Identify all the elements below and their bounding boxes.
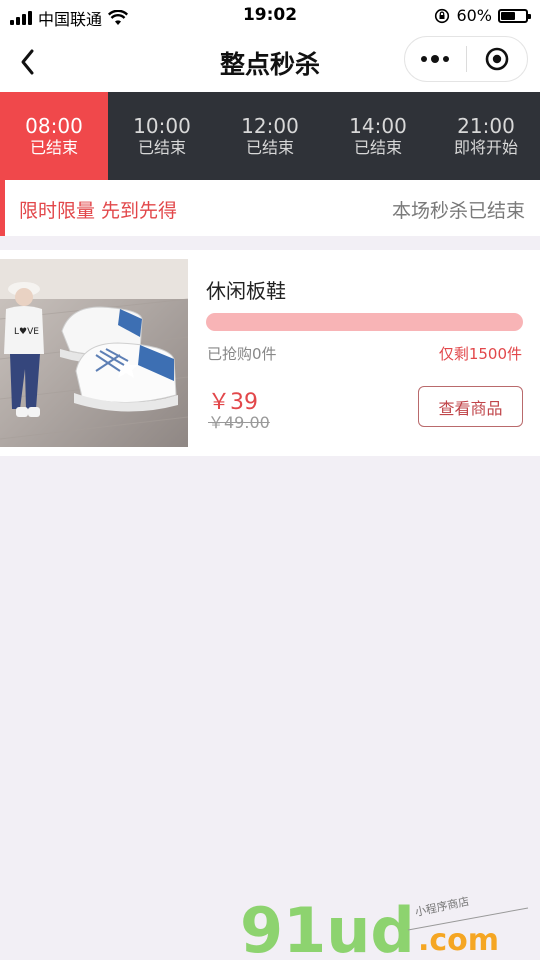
accent-stripe bbox=[0, 180, 5, 236]
tab-1000[interactable]: 10:00 已结束 bbox=[108, 92, 216, 180]
status-right: 60% bbox=[434, 6, 531, 25]
watermark-tagline: 小程序商店 bbox=[414, 894, 471, 919]
tab-time: 12:00 bbox=[241, 113, 299, 138]
tab-status: 即将开始 bbox=[453, 137, 518, 157]
tab-1200[interactable]: 12:00 已结束 bbox=[216, 92, 324, 180]
chevron-left-icon bbox=[21, 49, 34, 75]
close-button[interactable] bbox=[467, 37, 528, 81]
sneaker-photo-icon: L♥VE bbox=[0, 259, 188, 447]
tab-1400[interactable]: 14:00 已结束 bbox=[324, 92, 432, 180]
back-button[interactable] bbox=[10, 42, 50, 82]
tab-time: 21:00 bbox=[457, 113, 515, 138]
nav-bar: 整点秒杀 bbox=[0, 32, 540, 92]
target-close-icon bbox=[485, 47, 509, 71]
tab-0800[interactable]: 08:00 已结束 bbox=[0, 92, 108, 190]
mini-program-capsule bbox=[404, 36, 528, 82]
tab-time: 14:00 bbox=[349, 113, 407, 138]
tab-status: 已结束 bbox=[29, 137, 78, 157]
session-status-text: 本场秒杀已结束 bbox=[391, 200, 525, 222]
rotation-lock-icon bbox=[435, 8, 450, 23]
slogan-text: 限时限量 先到先得 bbox=[19, 200, 178, 222]
watermark-brand: 91ud bbox=[240, 894, 415, 960]
session-info-bar: 限时限量 先到先得 本场秒杀已结束 bbox=[0, 180, 540, 236]
watermark-domain: .com bbox=[418, 923, 499, 958]
tab-2100[interactable]: 21:00 即将开始 bbox=[432, 92, 540, 180]
more-dots-icon bbox=[421, 56, 428, 62]
product-card[interactable]: L♥VE 休闲板鞋 已抢购0件 仅剩1500件 ￥39 ￥49.00 查看商品 bbox=[0, 250, 540, 456]
tab-time: 08:00 bbox=[25, 113, 83, 138]
battery-percent: 60% bbox=[456, 6, 492, 25]
tab-status: 已结束 bbox=[245, 137, 294, 157]
original-price: ￥49.00 bbox=[208, 413, 270, 432]
watermark-logo: 91ud .com 小程序商店 bbox=[238, 890, 538, 960]
sold-count: 已抢购0件 bbox=[207, 345, 277, 363]
more-button[interactable] bbox=[405, 37, 466, 81]
svg-text:L♥VE: L♥VE bbox=[14, 327, 39, 337]
session-tabs: 08:00 已结束 10:00 已结束 12:00 已结束 14:00 已结束 … bbox=[0, 92, 540, 190]
tab-status: 已结束 bbox=[353, 137, 402, 157]
tab-status: 已结束 bbox=[137, 137, 186, 157]
product-image[interactable]: L♥VE bbox=[0, 259, 188, 447]
tab-time: 10:00 bbox=[133, 113, 191, 138]
flash-sale-page: 中国联通 19:02 60% 整点秒杀 08:00 已结束 10:00 已结束 … bbox=[0, 0, 540, 960]
battery-icon bbox=[498, 8, 531, 23]
sale-progress-bar bbox=[206, 313, 523, 331]
battery-level bbox=[501, 11, 516, 20]
view-product-button[interactable]: 查看商品 bbox=[418, 386, 523, 427]
remaining-count: 仅剩1500件 bbox=[438, 345, 522, 363]
status-bar: 中国联通 19:02 60% bbox=[0, 0, 540, 32]
product-name[interactable]: 休闲板鞋 bbox=[206, 275, 286, 304]
